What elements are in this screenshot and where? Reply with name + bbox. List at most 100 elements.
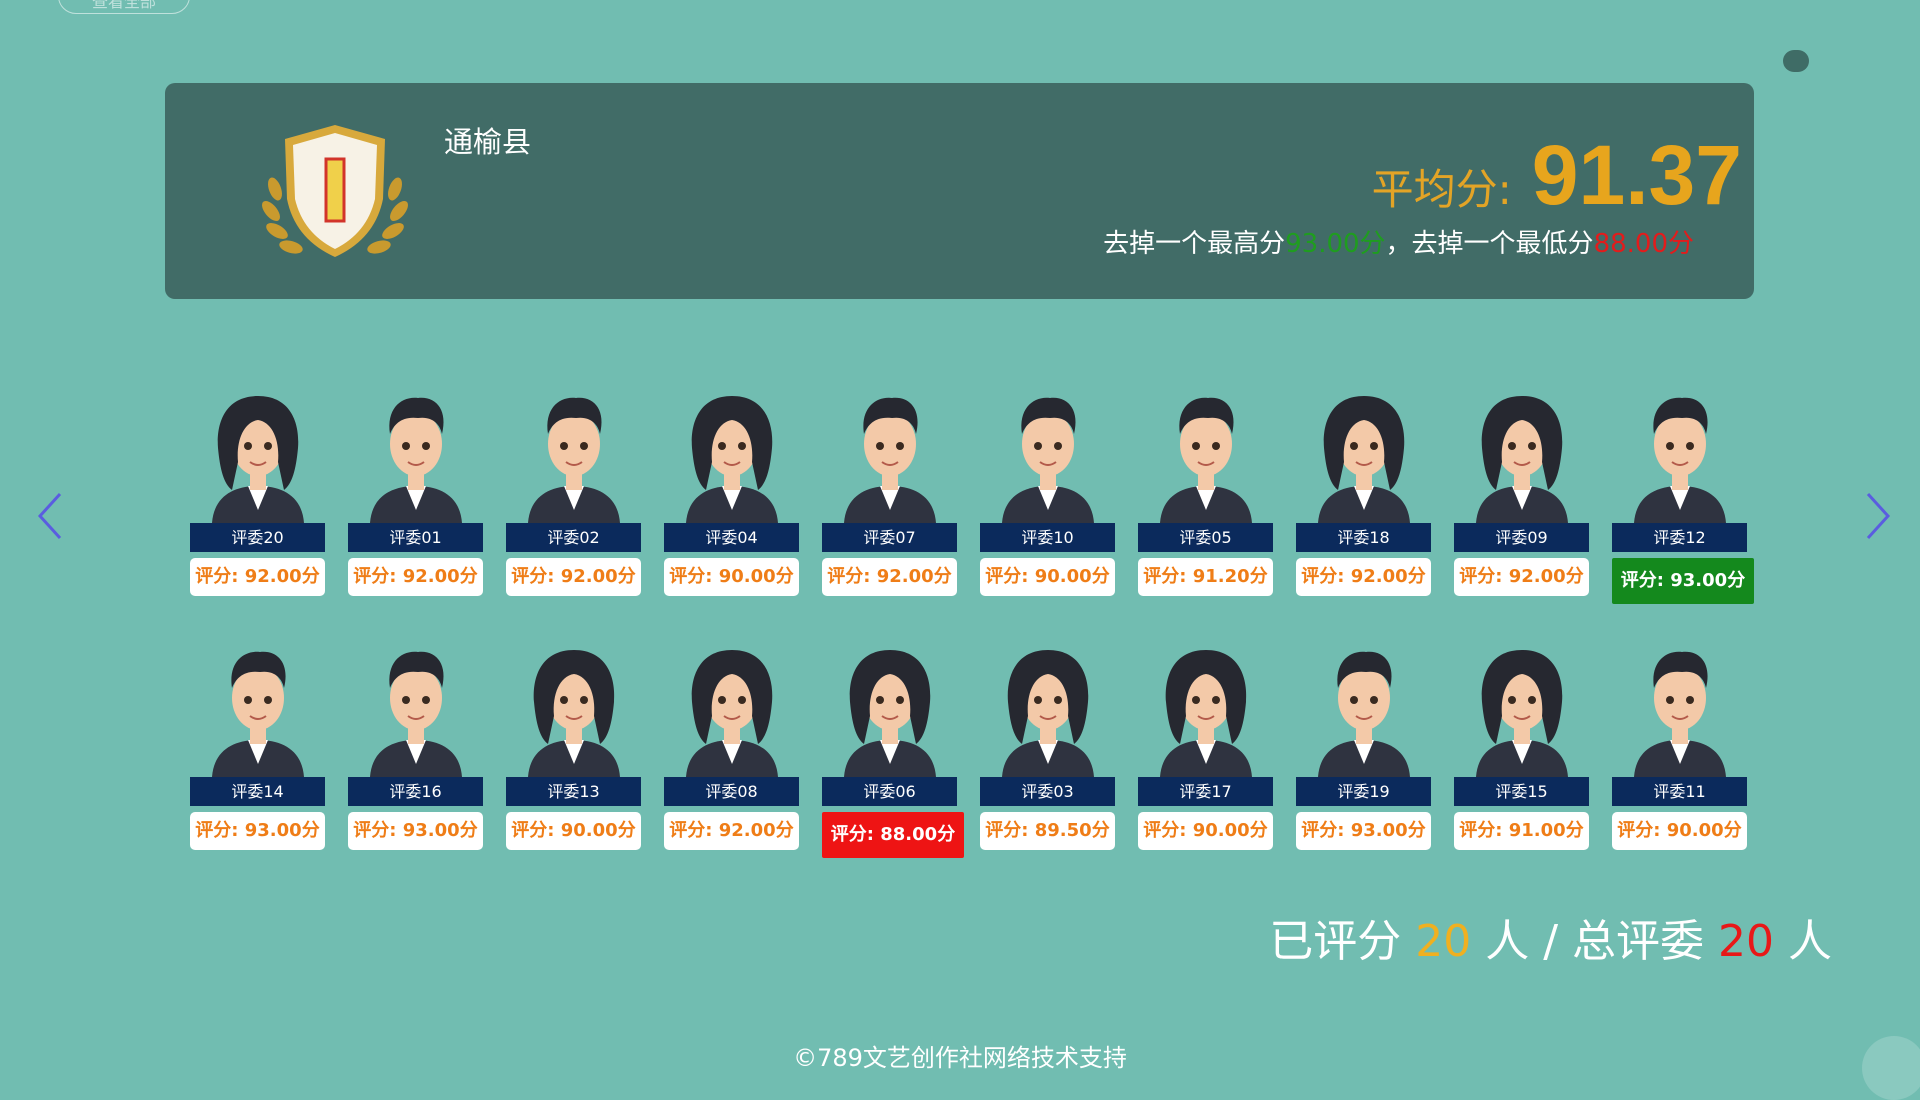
drop-prefix: 去掉一个最高分: [1103, 229, 1286, 259]
chevron-right-icon[interactable]: [1856, 490, 1896, 542]
judge-name: 评委12: [1612, 523, 1747, 552]
judge-name: 评委05: [1138, 523, 1273, 552]
judges-grid: 评委20 评分: 92.00分 评委01 评分: 92.00分 评委02 评分: 92.0…: [190, 388, 1754, 896]
rating-count: 已评分 20 人 / 总评委 20 人: [1269, 905, 1832, 969]
judge-card[interactable]: 评委19 评分: 93.00分: [1296, 642, 1431, 858]
avatar: [672, 642, 792, 777]
drop-low-score: 88.00分: [1593, 229, 1694, 259]
judge-name: 评委13: [506, 777, 641, 806]
judge-name: 评委01: [348, 523, 483, 552]
judge-card[interactable]: 评委11 评分: 90.00分: [1612, 642, 1747, 858]
judge-card[interactable]: 评委17 评分: 90.00分: [1138, 642, 1273, 858]
judge-card[interactable]: 评委02 评分: 92.00分: [506, 388, 641, 604]
average-score: 平均分: 91.37: [1372, 127, 1742, 224]
judge-card[interactable]: 评委04 评分: 90.00分: [664, 388, 799, 604]
score-badge: 评分: 90.00分: [506, 812, 641, 850]
score-badge: 评分: 93.00分: [1296, 812, 1431, 850]
back-to-top-icon[interactable]: [1862, 1036, 1920, 1100]
judge-card[interactable]: 评委15 评分: 91.00分: [1454, 642, 1589, 858]
judge-card[interactable]: 评委20 评分: 92.00分: [190, 388, 325, 604]
score-badge: 评分: 91.00分: [1454, 812, 1589, 850]
score-badge: 评分: 92.00分: [506, 558, 641, 596]
judge-name: 评委15: [1454, 777, 1589, 806]
judge-name: 评委14: [190, 777, 325, 806]
avatar: [356, 642, 476, 777]
count-done: 20: [1415, 916, 1472, 967]
count-total: 20: [1718, 916, 1774, 967]
judge-card[interactable]: 评委10 评分: 90.00分: [980, 388, 1115, 604]
avatar: [1462, 388, 1582, 523]
judge-card[interactable]: 评委01 评分: 92.00分: [348, 388, 483, 604]
score-badge: 评分: 92.00分: [1454, 558, 1589, 596]
judge-name: 评委18: [1296, 523, 1431, 552]
average-label: 平均分:: [1371, 165, 1512, 214]
judge-name: 评委10: [980, 523, 1115, 552]
toggle-pill[interactable]: [1783, 50, 1809, 72]
judge-card[interactable]: 评委12 评分: 93.00分: [1612, 388, 1754, 604]
judge-card[interactable]: 评委13 评分: 90.00分: [506, 642, 641, 858]
avatar: [1146, 642, 1266, 777]
avatar: [1462, 642, 1582, 777]
avatar: [198, 642, 318, 777]
average-value: 91.37: [1531, 128, 1742, 222]
judge-card[interactable]: 评委16 评分: 93.00分: [348, 642, 483, 858]
score-badge: 评分: 90.00分: [1612, 812, 1747, 850]
judge-name: 评委19: [1296, 777, 1431, 806]
score-badge: 评分: 89.50分: [980, 812, 1115, 850]
judge-card[interactable]: 评委18 评分: 92.00分: [1296, 388, 1431, 604]
judge-name: 评委17: [1138, 777, 1273, 806]
drop-scores-line: 去掉一个最高分93.00分，去掉一个最低分88.00分: [1103, 223, 1694, 260]
county-name: 通榆县: [444, 125, 532, 159]
score-badge: 评分: 92.00分: [348, 558, 483, 596]
avatar: [1304, 388, 1424, 523]
avatar: [672, 388, 792, 523]
avatar: [830, 388, 950, 523]
avatar: [830, 642, 950, 777]
judge-name: 评委09: [1454, 523, 1589, 552]
judge-card[interactable]: 评委06 评分: 88.00分: [822, 642, 964, 858]
judge-name: 评委11: [1612, 777, 1747, 806]
score-badge: 评分: 92.00分: [664, 812, 799, 850]
count-prefix: 已评分: [1269, 916, 1402, 967]
score-badge: 评分: 90.00分: [664, 558, 799, 596]
judge-name: 评委20: [190, 523, 325, 552]
avatar: [198, 388, 318, 523]
score-badge: 评分: 90.00分: [1138, 812, 1273, 850]
avatar: [1146, 388, 1266, 523]
view-all-button[interactable]: 查看全部: [58, 0, 190, 14]
avatar: [988, 388, 1108, 523]
judge-name: 评委06: [822, 777, 957, 806]
judge-name: 评委08: [664, 777, 799, 806]
judge-name: 评委04: [664, 523, 799, 552]
judge-card[interactable]: 评委14 评分: 93.00分: [190, 642, 325, 858]
judge-card[interactable]: 评委03 评分: 89.50分: [980, 642, 1115, 858]
drop-mid: ，去掉一个最低分: [1385, 229, 1594, 259]
judges-row-2: 评委14 评分: 93.00分 评委16 评分: 93.00分 评委13 评分: 90.0…: [190, 642, 1750, 858]
avatar: [1620, 388, 1740, 523]
judge-card[interactable]: 评委05 评分: 91.20分: [1138, 388, 1273, 604]
judge-card[interactable]: 评委07 评分: 92.00分: [822, 388, 957, 604]
judge-name: 评委03: [980, 777, 1115, 806]
score-banner: 通榆县 平均分: 91.37 去掉一个最高分93.00分，去掉一个最低分88.00…: [165, 83, 1754, 299]
judge-name: 评委16: [348, 777, 483, 806]
avatar: [988, 642, 1108, 777]
avatar: [1620, 642, 1740, 777]
avatar: [1304, 642, 1424, 777]
judge-name: 评委02: [506, 523, 641, 552]
score-badge: 评分: 91.20分: [1138, 558, 1273, 596]
count-suffix: 人: [1788, 916, 1832, 967]
score-badge: 评分: 92.00分: [1296, 558, 1431, 596]
judge-card[interactable]: 评委08 评分: 92.00分: [664, 642, 799, 858]
drop-high-score: 93.00分: [1285, 229, 1386, 259]
judge-card[interactable]: 评委09 评分: 92.00分: [1454, 388, 1589, 604]
avatar: [514, 388, 634, 523]
judge-name: 评委07: [822, 523, 957, 552]
score-badge: 评分: 92.00分: [822, 558, 957, 596]
shield-badge-icon: [262, 125, 408, 257]
count-mid: 人 / 总评委: [1485, 916, 1704, 967]
score-badge: 评分: 92.00分: [190, 558, 325, 596]
highest-score-badge: 评分: 93.00分: [1612, 558, 1754, 604]
lowest-score-badge: 评分: 88.00分: [822, 812, 964, 858]
chevron-left-icon[interactable]: [32, 490, 72, 542]
score-badge: 评分: 90.00分: [980, 558, 1115, 596]
